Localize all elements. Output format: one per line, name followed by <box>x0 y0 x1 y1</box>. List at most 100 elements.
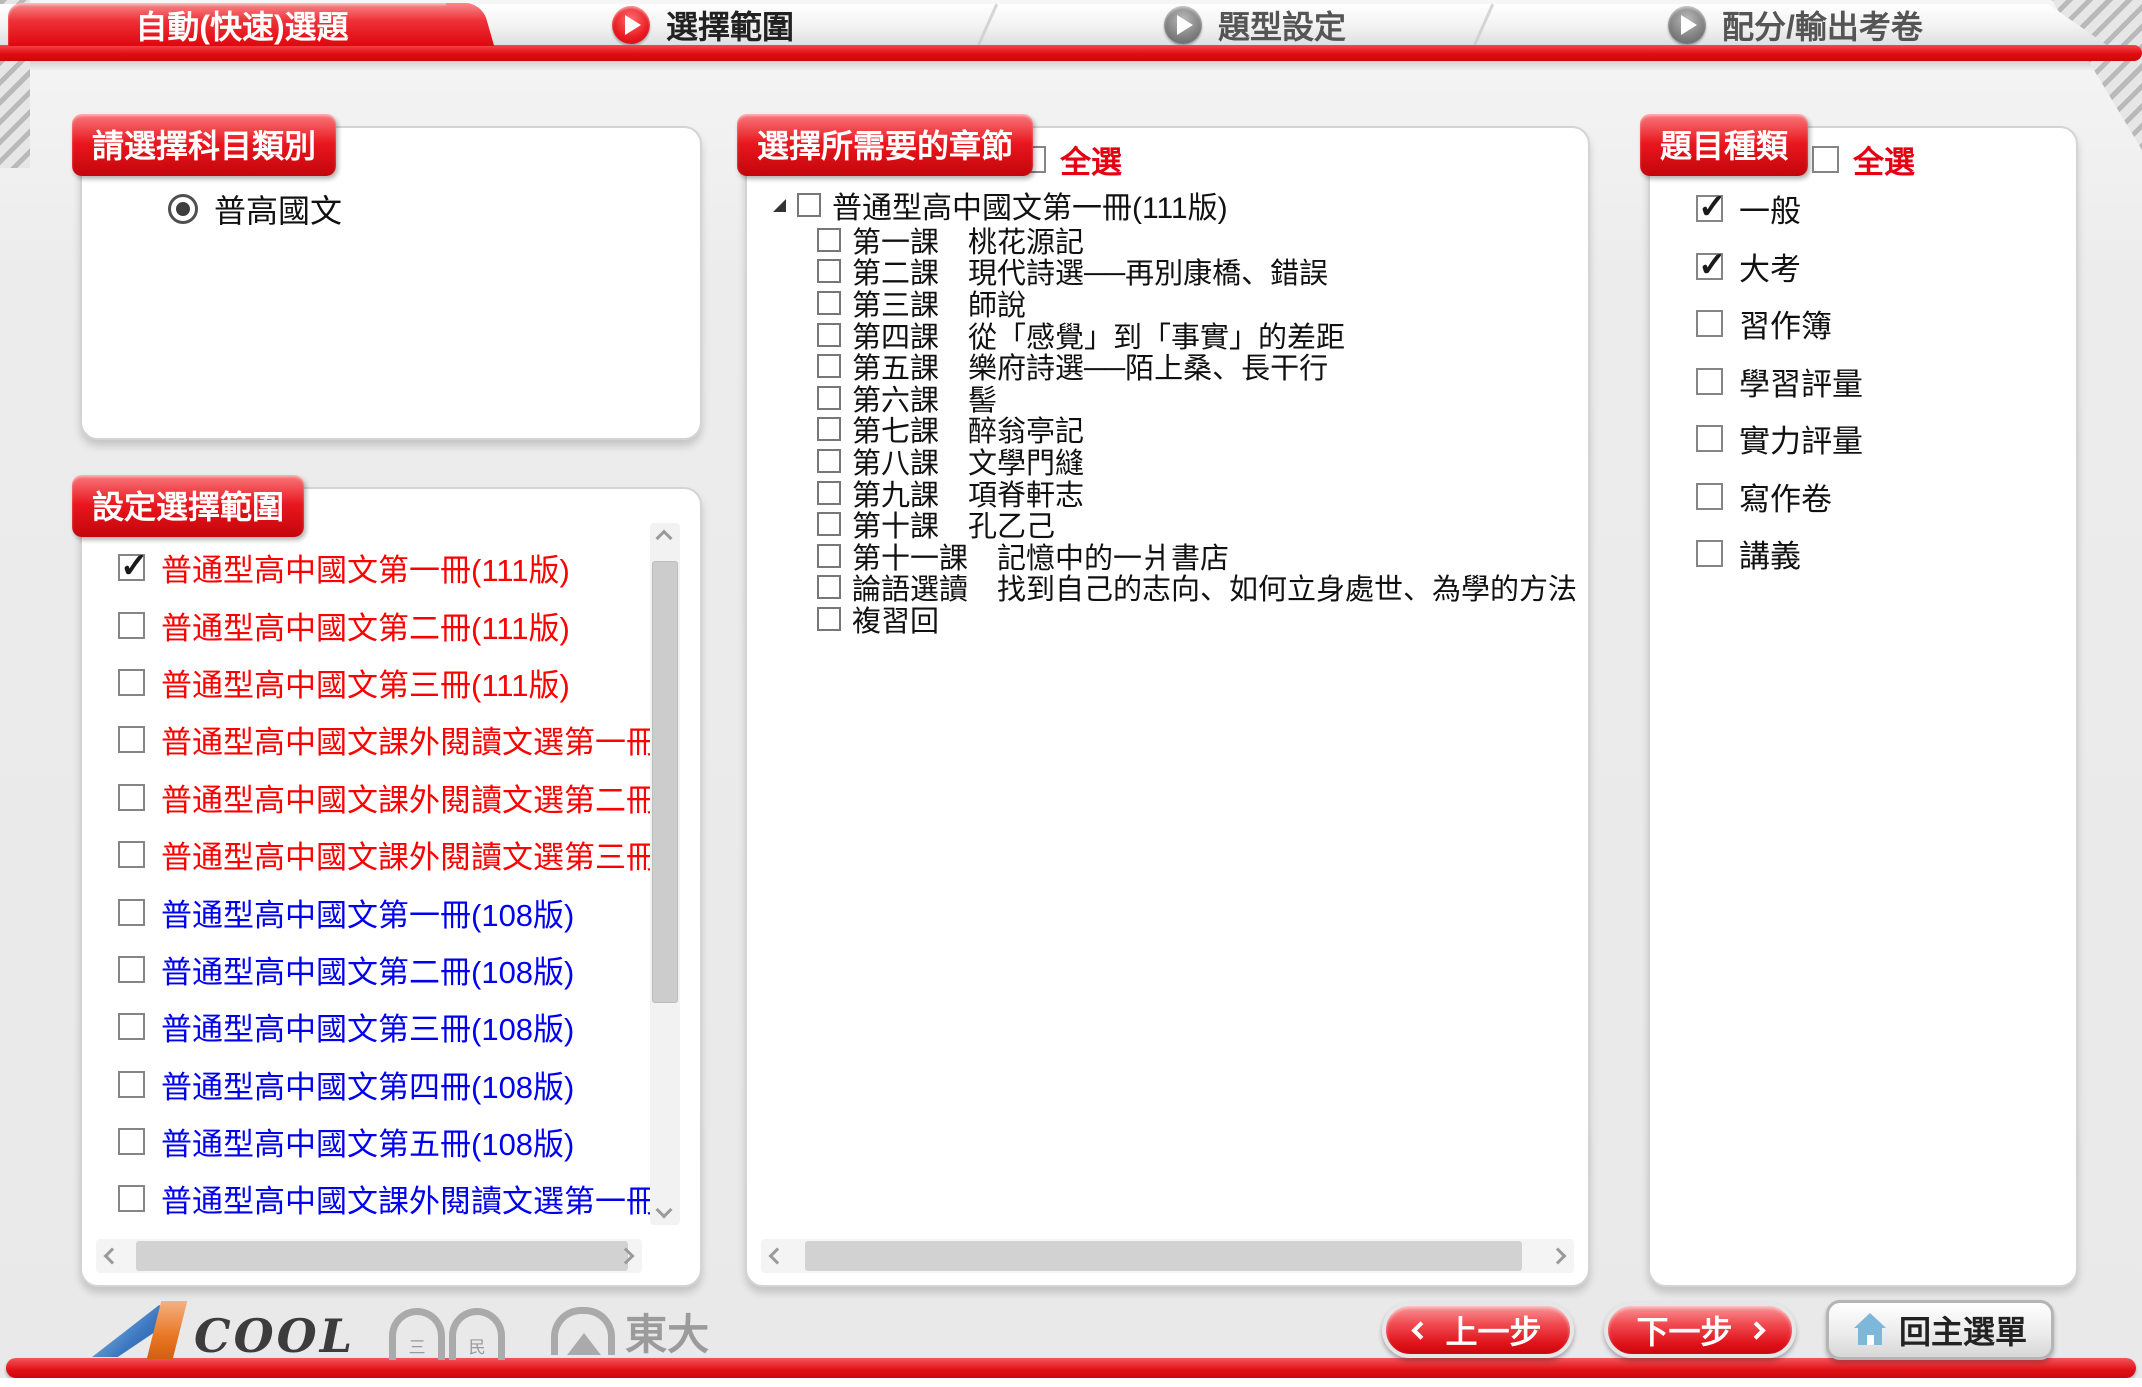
previous-step-button[interactable]: 上一步 <box>1382 1302 1574 1358</box>
question-type-checkbox[interactable] <box>1696 310 1723 337</box>
textbook-label: 普通型高中國文課外閱讀文選第一冊(111版) <box>161 717 652 762</box>
chapter-checkbox[interactable] <box>817 449 841 473</box>
question-type-checkbox[interactable] <box>1696 425 1723 452</box>
textbook-checkbox[interactable] <box>118 784 145 811</box>
textbook-list-item[interactable]: 普通型高中國文第一冊(108版) <box>118 883 652 940</box>
scroll-left-icon[interactable] <box>98 1243 126 1269</box>
vertical-scrollbar-thumb[interactable] <box>652 561 678 1003</box>
textbook-checkbox[interactable] <box>118 669 145 696</box>
dongda-logo: 東大 <box>551 1301 709 1362</box>
textbook-list-item[interactable]: 普通型高中國文課外閱讀文選第二冊(111版) <box>118 769 652 826</box>
textbook-list-item[interactable]: 普通型高中國文第二冊(108版) <box>118 941 652 998</box>
chapter-checkbox[interactable] <box>817 575 841 599</box>
chapter-tree-children: 第一課 桃花源記 第二課 現代詩選──再別康橋、錯誤 第三課 師說 <box>817 224 1582 635</box>
textbook-list-item[interactable]: 普通型高中國文課外閱讀文選第二冊(108版) <box>118 1228 652 1231</box>
chevron-right-icon <box>1748 1321 1766 1339</box>
question-type-label: 習作簿 <box>1739 301 1832 346</box>
question-type-checkbox[interactable] <box>1696 368 1723 395</box>
scroll-up-icon[interactable] <box>650 525 678 551</box>
textbook-checkbox[interactable] <box>118 1013 145 1040</box>
tab-label: 自動(快速)選題 <box>135 2 348 48</box>
chapter-checkbox[interactable] <box>817 291 841 315</box>
textbook-checkbox[interactable] <box>118 1185 145 1212</box>
horizontal-scrollbar[interactable] <box>761 1239 1574 1273</box>
select-all-label: 全選 <box>1060 137 1122 182</box>
main-menu-button[interactable]: 回主選單 <box>1826 1300 2054 1360</box>
textbook-list-item[interactable]: 普通型高中國文第四冊(108版) <box>118 1056 652 1113</box>
question-type-checkbox[interactable] <box>1696 253 1723 280</box>
textbook-checkbox[interactable] <box>118 841 145 868</box>
horizontal-scrollbar[interactable] <box>96 1239 642 1273</box>
chapter-checkbox[interactable] <box>817 386 841 410</box>
chapter-checkbox[interactable] <box>817 228 841 252</box>
panel-title-badge: 選擇所需要的章節 <box>737 114 1033 176</box>
textbook-list-item[interactable]: 普通型高中國文第二冊(111版) <box>118 596 652 653</box>
tab-question-type-setting[interactable]: 題型設定 <box>1164 4 1346 46</box>
page-bottom-strip <box>0 1378 2142 1387</box>
textbook-checkbox[interactable] <box>118 956 145 983</box>
root-checkbox[interactable] <box>797 193 821 217</box>
vertical-scrollbar[interactable] <box>650 523 680 1225</box>
question-type-label: 講義 <box>1739 531 1801 576</box>
exam-builder-page: 自動(快速)選題 選擇範圍 題型設定 配分/輸出考卷 請選擇科目類別 普高國文 … <box>0 0 2142 1387</box>
chapter-checkbox[interactable] <box>817 259 841 283</box>
textbook-list-item[interactable]: 普通型高中國文第三冊(108版) <box>118 998 652 1055</box>
textbook-list-item[interactable]: 普通型高中國文課外閱讀文選第一冊(108版) <box>118 1170 652 1227</box>
textbook-checkbox[interactable] <box>118 899 145 926</box>
subject-radio[interactable] <box>168 194 198 224</box>
textbook-label: 普通型高中國文第一冊(108版) <box>161 890 574 935</box>
textbook-label: 普通型高中國文第一冊(111版) <box>161 545 570 590</box>
chapter-checkbox[interactable] <box>817 512 841 536</box>
question-type-row[interactable]: 大考 <box>1696 238 2056 296</box>
tab-auto-quick-select[interactable]: 自動(快速)選題 <box>8 3 476 46</box>
question-type-label: 大考 <box>1739 244 1801 289</box>
horizontal-scrollbar-thumb[interactable] <box>136 1241 628 1271</box>
chapter-checkbox[interactable] <box>817 323 841 347</box>
question-type-row[interactable]: 講義 <box>1696 525 2056 583</box>
play-icon-gray <box>1164 6 1202 44</box>
textbook-checkbox[interactable] <box>118 612 145 639</box>
chapters-select-all[interactable]: 全選 <box>1019 137 1122 182</box>
question-type-row[interactable]: 寫作卷 <box>1696 468 2056 526</box>
footer-buttons: 上一步 下一步 回主選單 <box>1382 1300 2054 1360</box>
tab-scoring-output[interactable]: 配分/輸出考卷 <box>1668 4 1923 46</box>
textbook-label: 普通型高中國文第二冊(108版) <box>161 947 574 992</box>
icool-swoosh-icon <box>92 1303 192 1359</box>
chapter-checkbox[interactable] <box>817 417 841 441</box>
next-step-button[interactable]: 下一步 <box>1604 1302 1796 1358</box>
select-all-checkbox[interactable] <box>1812 146 1839 173</box>
textbook-label: 普通型高中國文第三冊(108版) <box>161 1004 574 1049</box>
textbook-label: 普通型高中國文課外閱讀文選第三冊(111版) <box>161 832 652 877</box>
textbook-list-item[interactable]: 普通型高中國文課外閱讀文選第一冊(111版) <box>118 711 652 768</box>
scroll-right-icon[interactable] <box>612 1243 640 1269</box>
textbook-checkbox[interactable] <box>118 1128 145 1155</box>
scroll-down-icon[interactable] <box>650 1197 678 1223</box>
question-type-checkbox[interactable] <box>1696 195 1723 222</box>
textbook-checkbox[interactable] <box>118 1071 145 1098</box>
scroll-right-icon[interactable] <box>1544 1243 1572 1269</box>
chapter-checkbox[interactable] <box>817 481 841 505</box>
question-type-checkbox[interactable] <box>1696 540 1723 567</box>
tab-select-range[interactable]: 選擇範圍 <box>612 4 794 46</box>
chapter-checkbox[interactable] <box>817 544 841 568</box>
scroll-left-icon[interactable] <box>763 1243 791 1269</box>
types-select-all[interactable]: 全選 <box>1812 137 1915 182</box>
question-type-row[interactable]: 習作簿 <box>1696 295 2056 353</box>
textbook-list-item[interactable]: 普通型高中國文課外閱讀文選第三冊(111版) <box>118 826 652 883</box>
chapter-checkbox[interactable] <box>817 354 841 378</box>
textbook-checkbox[interactable] <box>118 726 145 753</box>
textbook-checkbox[interactable] <box>118 554 145 581</box>
subject-option-row[interactable]: 普高國文 <box>168 186 342 232</box>
question-type-row[interactable]: 實力評量 <box>1696 410 2056 468</box>
textbook-label: 普通型高中國文第二冊(111版) <box>161 603 570 648</box>
subject-radio-label: 普高國文 <box>214 186 342 232</box>
chapter-checkbox[interactable] <box>817 607 841 631</box>
textbook-list-item[interactable]: 普通型高中國文第三冊(111版) <box>118 654 652 711</box>
textbook-list-item[interactable]: 普通型高中國文第一冊(111版) <box>118 539 652 596</box>
question-type-row[interactable]: 一般 <box>1696 180 2056 238</box>
question-type-checkbox[interactable] <box>1696 483 1723 510</box>
question-type-row[interactable]: 學習評量 <box>1696 353 2056 411</box>
tree-collapse-icon[interactable] <box>773 199 786 212</box>
horizontal-scrollbar-thumb[interactable] <box>805 1241 1522 1271</box>
textbook-list-item[interactable]: 普通型高中國文第五冊(108版) <box>118 1113 652 1170</box>
